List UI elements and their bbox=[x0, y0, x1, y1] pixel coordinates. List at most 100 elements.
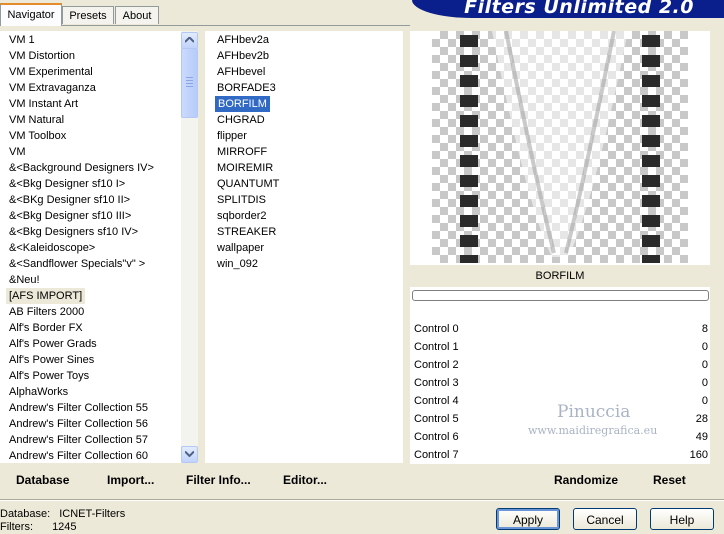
film-hole bbox=[460, 135, 478, 147]
control-value: 8 bbox=[701, 323, 708, 335]
filter-info-button[interactable]: Filter Info... bbox=[186, 472, 251, 488]
filter-item[interactable]: sqborder2 bbox=[217, 208, 267, 224]
status-filters: Filters: 1245 bbox=[0, 520, 77, 534]
category-item[interactable]: &<Bkg Designer sf10 III> bbox=[9, 208, 131, 224]
category-scrollbar[interactable] bbox=[181, 31, 198, 463]
import-button[interactable]: Import... bbox=[107, 472, 154, 488]
filter-item[interactable]: wallpaper bbox=[217, 240, 264, 256]
category-item[interactable]: AlphaWorks bbox=[9, 384, 68, 400]
category-item[interactable]: &<Background Designers IV> bbox=[9, 160, 154, 176]
watermark-name: Pinuccia bbox=[557, 402, 631, 422]
filter-item[interactable]: MIRROFF bbox=[217, 144, 267, 160]
preview-shape bbox=[492, 31, 628, 257]
filter-item[interactable]: SPLITDIS bbox=[217, 192, 266, 208]
grip-line bbox=[186, 86, 193, 87]
category-item[interactable]: VM bbox=[9, 144, 26, 160]
apply-button[interactable]: Apply bbox=[496, 508, 560, 530]
grip-line bbox=[186, 80, 193, 81]
control-row[interactable]: Control 0 8 bbox=[410, 320, 710, 338]
film-hole bbox=[460, 95, 478, 107]
scroll-down-button[interactable] bbox=[181, 446, 198, 463]
tab-presets[interactable]: Presets bbox=[62, 6, 114, 24]
scroll-thumb[interactable] bbox=[181, 48, 198, 118]
film-hole bbox=[642, 55, 660, 67]
filter-list[interactable]: AFHbev2a AFHbev2b AFHbevel BORFADE3 BORFILM C… bbox=[205, 31, 403, 463]
preview-image bbox=[432, 31, 688, 263]
category-item[interactable]: AB Filters 2000 bbox=[9, 304, 84, 320]
category-item[interactable]: &<Bkg Designers sf10 IV> bbox=[9, 224, 138, 240]
controls-panel: Control 0 8 Control 1 0 Control 2 0 Control 3 0… bbox=[410, 320, 710, 464]
filter-item[interactable]: BORFADE3 bbox=[217, 80, 276, 96]
scroll-up-button[interactable] bbox=[181, 32, 198, 49]
filter-item[interactable]: AFHbev2b bbox=[217, 48, 269, 64]
category-item[interactable]: &<Sandflower Specials"v" > bbox=[9, 256, 145, 272]
film-hole bbox=[642, 175, 660, 187]
control-row[interactable]: Control 1 0 bbox=[410, 338, 710, 356]
category-item[interactable]: VM Extravaganza bbox=[9, 80, 96, 96]
film-hole bbox=[460, 175, 478, 187]
category-list[interactable]: VM 1 VM Distortion VM Experimental VM Extra… bbox=[0, 31, 198, 463]
category-item[interactable]: Alf's Border FX bbox=[9, 320, 83, 336]
category-item[interactable]: Andrew's Filter Collection 55 bbox=[9, 400, 148, 416]
filter-item[interactable]: CHGRAD bbox=[217, 112, 265, 128]
category-item[interactable]: Alf's Power Grads bbox=[9, 336, 97, 352]
category-item[interactable]: [AFS IMPORT] bbox=[6, 288, 86, 304]
reset-button[interactable]: Reset bbox=[653, 472, 686, 488]
status-database-label: Database: bbox=[0, 508, 51, 520]
control-row[interactable]: Control 7 160 bbox=[410, 446, 710, 464]
control-value: 160 bbox=[689, 449, 708, 461]
film-hole bbox=[460, 235, 478, 247]
filter-item[interactable]: MOIREMIR bbox=[217, 160, 273, 176]
filter-item[interactable]: win_092 bbox=[217, 256, 258, 272]
filter-item[interactable]: AFHbevel bbox=[217, 64, 265, 80]
banner-title: Filters Unlimited 2.0 bbox=[464, 0, 694, 18]
category-item[interactable]: &<BKg Designer sf10 II> bbox=[9, 192, 130, 208]
divider-highlight bbox=[0, 500, 724, 501]
cancel-button[interactable]: Cancel bbox=[573, 508, 637, 530]
category-item[interactable]: Andrew's Filter Collection 60 bbox=[9, 448, 148, 463]
control-label: Control 4 bbox=[414, 395, 459, 407]
control-row[interactable]: Control 3 0 bbox=[410, 374, 710, 392]
film-hole bbox=[642, 255, 660, 263]
status-database-value: ICNET-Filters bbox=[59, 508, 126, 520]
category-item[interactable]: &<Kaleidoscope> bbox=[9, 240, 95, 256]
control-value: 0 bbox=[701, 359, 708, 371]
film-hole bbox=[460, 35, 478, 47]
filter-item[interactable]: flipper bbox=[217, 128, 247, 144]
help-button[interactable]: Help bbox=[650, 508, 714, 530]
control-value: 0 bbox=[701, 395, 708, 407]
control-value: 0 bbox=[701, 341, 708, 353]
watermark-url: www.maidiregrafica.eu bbox=[528, 424, 658, 437]
status-filters-label: Filters: bbox=[0, 521, 33, 533]
control-label: Control 6 bbox=[414, 431, 459, 443]
tab-about[interactable]: About bbox=[115, 6, 159, 24]
category-item[interactable]: VM Distortion bbox=[9, 48, 75, 64]
filter-item[interactable]: STREAKER bbox=[217, 224, 276, 240]
category-item[interactable]: &<Bkg Designer sf10 I> bbox=[9, 176, 125, 192]
filter-item[interactable]: QUANTUMT bbox=[217, 176, 279, 192]
category-item[interactable]: VM Experimental bbox=[9, 64, 93, 80]
category-item[interactable]: &Neu! bbox=[9, 272, 40, 288]
category-item[interactable]: VM Instant Art bbox=[9, 96, 78, 112]
category-item[interactable]: Andrew's Filter Collection 57 bbox=[9, 432, 148, 448]
film-hole bbox=[460, 195, 478, 207]
randomize-button[interactable]: Randomize bbox=[554, 472, 618, 488]
category-item[interactable]: Alf's Power Toys bbox=[9, 368, 89, 384]
grip-line bbox=[186, 83, 193, 84]
category-item[interactable]: VM Toolbox bbox=[9, 128, 66, 144]
filter-item[interactable]: AFHbev2a bbox=[217, 32, 269, 48]
editor-button[interactable]: Editor... bbox=[283, 472, 327, 488]
film-hole bbox=[460, 75, 478, 87]
control-value: 49 bbox=[695, 431, 708, 443]
category-item[interactable]: VM Natural bbox=[9, 112, 64, 128]
category-item[interactable]: VM 1 bbox=[9, 32, 35, 48]
film-hole bbox=[642, 95, 660, 107]
category-item[interactable]: Andrew's Filter Collection 56 bbox=[9, 416, 148, 432]
control-row[interactable]: Control 2 0 bbox=[410, 356, 710, 374]
filter-name-label: BORFILM bbox=[410, 265, 710, 287]
category-item[interactable]: Alf's Power Sines bbox=[9, 352, 94, 368]
filter-item[interactable]: BORFILM bbox=[215, 96, 270, 112]
film-hole bbox=[642, 215, 660, 227]
tab-navigator[interactable]: Navigator bbox=[0, 3, 62, 26]
database-button[interactable]: Database bbox=[16, 472, 69, 488]
